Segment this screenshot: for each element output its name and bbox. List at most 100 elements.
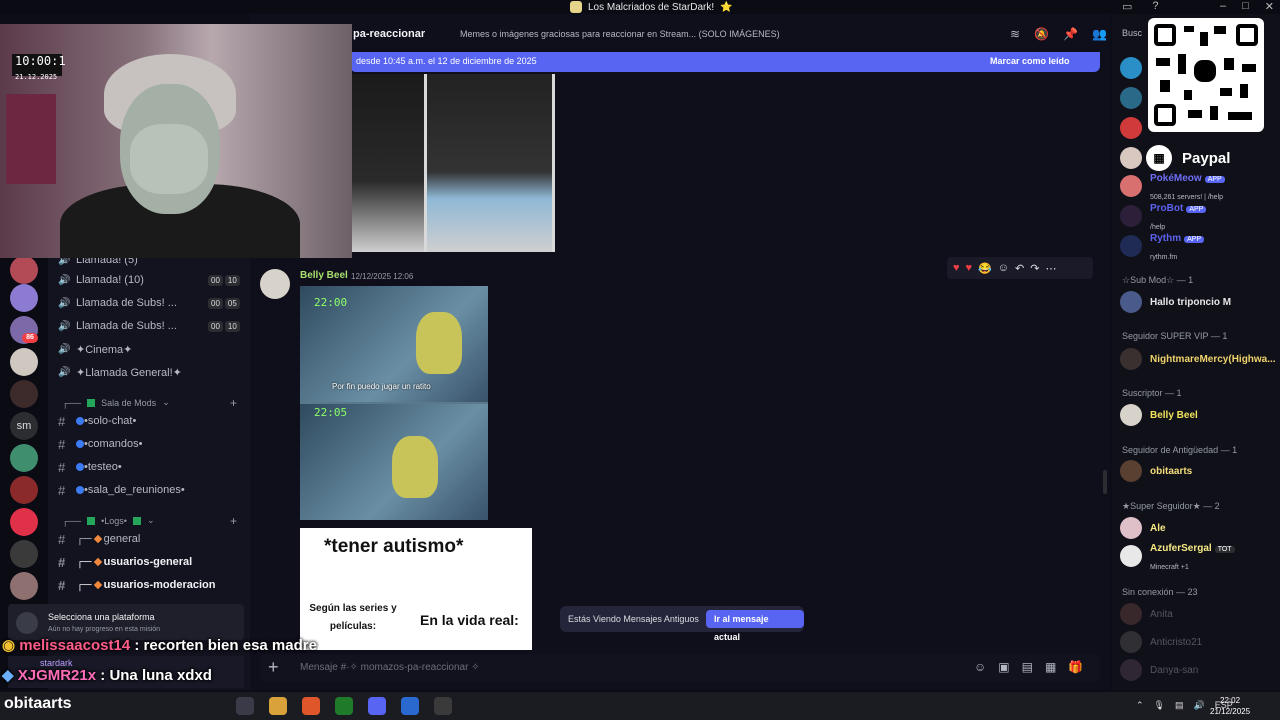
- member-offline[interactable]: Anticristo21: [1120, 630, 1202, 654]
- server-sm[interactable]: sm: [10, 412, 38, 440]
- brave-browser-icon[interactable]: [302, 697, 320, 715]
- voice-channel-label: ✦Cinema✦: [76, 343, 133, 356]
- boots-image[interactable]: [352, 74, 555, 252]
- category-sala-de-mods[interactable]: ┌── Sala de Mods ⌄ +: [62, 396, 237, 410]
- mark-as-read-button[interactable]: Marcar como leído: [990, 56, 1070, 66]
- gift-icon[interactable]: 🎁: [1068, 660, 1083, 674]
- clock-time: 22:02: [1220, 696, 1241, 705]
- threads-icon[interactable]: ≋: [1010, 27, 1020, 41]
- app-icon[interactable]: [401, 697, 419, 715]
- voice-channel[interactable]: 🔊 Llamada de Subs! ... 00 05: [58, 293, 240, 313]
- member-offline[interactable]: Anita: [1120, 602, 1173, 626]
- server-icon-1[interactable]: [10, 256, 38, 284]
- discord-icon[interactable]: [368, 697, 386, 715]
- image-icon[interactable]: ▦: [1045, 660, 1056, 674]
- more-icon[interactable]: ⋯: [1045, 262, 1056, 275]
- member-bot-icon[interactable]: [1120, 56, 1142, 80]
- quest-platform-card[interactable]: Selecciona una plataforma Aún no hay pro…: [8, 604, 244, 640]
- server-icon-5[interactable]: [10, 380, 38, 408]
- member-name: Hallo triponcio M: [1150, 296, 1232, 308]
- taskbar-apps: [236, 697, 452, 715]
- minimize-button[interactable]: –: [1220, 0, 1226, 13]
- forward-icon[interactable]: ↷: [1030, 262, 1039, 275]
- category-label: Sala de Mods: [101, 397, 157, 408]
- server-icon-10[interactable]: [10, 572, 38, 600]
- message-author[interactable]: Belly Beel: [300, 270, 348, 281]
- add-reaction-icon[interactable]: ☺: [998, 262, 1009, 274]
- inbox-icon[interactable]: ▭: [1122, 0, 1132, 13]
- new-messages-bar[interactable]: desde 10:45 a.m. el 12 de diciembre de 2…: [350, 52, 1100, 72]
- add-channel-icon[interactable]: +: [230, 396, 237, 410]
- text-channel[interactable]: # •sala_de_reuniones•: [58, 480, 185, 500]
- member-bot[interactable]: ProBot APP/help: [1120, 203, 1207, 231]
- server-icon-4[interactable]: [10, 348, 38, 376]
- voice-channel[interactable]: 🔊 ✦Llamada General!✦: [58, 362, 182, 382]
- member-bot[interactable]: PokéMeow APP 508,261 servers! | /help: [1120, 173, 1225, 201]
- text-channel[interactable]: # ┌─ usuarios-general: [58, 552, 192, 572]
- help-icon[interactable]: ?: [1152, 0, 1158, 13]
- member[interactable]: Hallo triponcio M: [1120, 290, 1231, 314]
- role-group-header: Seguidor SUPER VIP — 1: [1122, 331, 1228, 341]
- member-bot-icon[interactable]: [1120, 86, 1142, 110]
- scrollbar[interactable]: [1103, 470, 1107, 494]
- add-channel-icon[interactable]: +: [230, 514, 237, 528]
- meme-image[interactable]: *tener autismo* Según las series y pelíc…: [300, 528, 532, 650]
- member[interactable]: NightmareMercy(Highwa...: [1120, 347, 1276, 371]
- comic-image[interactable]: 22:00 22:05 Por fin puedo jugar un ratit…: [300, 286, 488, 520]
- sticker-icon[interactable]: ▤: [1022, 660, 1033, 674]
- jump-to-present-button[interactable]: Ir al mensaje actual: [706, 610, 804, 642]
- server-icon-7[interactable]: [10, 476, 38, 504]
- file-explorer-icon[interactable]: [236, 697, 254, 715]
- voice-channel[interactable]: 🔊 Llamada de Subs! ... 00 10: [58, 316, 240, 336]
- close-button[interactable]: ✕: [1265, 0, 1274, 13]
- avatar[interactable]: [260, 269, 290, 299]
- text-channel[interactable]: # ┌─ usuarios-moderacion: [58, 575, 215, 595]
- network-icon[interactable]: ▤: [1175, 700, 1184, 711]
- heart-reaction-icon[interactable]: ♥: [966, 262, 973, 274]
- mute-icon[interactable]: 🔕: [1034, 27, 1049, 41]
- category-logs[interactable]: ┌── •Logs• ⌄ +: [62, 514, 237, 528]
- server-icon-9[interactable]: [10, 540, 38, 568]
- laugh-reaction-icon[interactable]: 😂: [978, 262, 992, 275]
- xbox-icon[interactable]: [335, 697, 353, 715]
- heart-reaction-icon[interactable]: ♥: [953, 262, 960, 274]
- emoji-icon[interactable]: ☺: [974, 660, 986, 674]
- search-input[interactable]: Busc: [1122, 28, 1142, 38]
- member-bot[interactable]: Rythm APP rythm.fm: [1120, 233, 1205, 261]
- text-channel[interactable]: # ┌─ general: [58, 529, 140, 549]
- text-channel[interactable]: # •testeo•: [58, 457, 122, 477]
- obs-icon[interactable]: [434, 697, 452, 715]
- channel-topic[interactable]: Memes o imágenes graciosas para reaccion…: [460, 29, 780, 39]
- member-bot-icon[interactable]: [1120, 116, 1142, 140]
- system-clock[interactable]: 22:02 21/12/2025: [1210, 695, 1250, 717]
- green-square-icon: [132, 516, 141, 525]
- chevron-up-icon[interactable]: ⌃: [1136, 700, 1144, 711]
- platform-subtitle: Aún no hay progreso en esta misión: [48, 626, 161, 633]
- member-bot-icon[interactable]: [1120, 146, 1142, 170]
- folder-icon[interactable]: [269, 697, 287, 715]
- voice-channel-label: Llamada! (10): [76, 274, 144, 286]
- pin-icon[interactable]: 📌: [1063, 27, 1078, 41]
- maximize-button[interactable]: □: [1242, 0, 1249, 13]
- server-icon-2[interactable]: [10, 284, 38, 312]
- text-channel[interactable]: # •comandos•: [58, 434, 142, 454]
- server-icon-6[interactable]: [10, 444, 38, 472]
- gif-icon[interactable]: ▣: [998, 660, 1009, 674]
- member-offline[interactable]: Danya-san: [1120, 658, 1198, 682]
- qr-module: [1214, 26, 1226, 34]
- message-composer[interactable]: + Mensaje #·✧ momazos-pa-reaccionar ✧ ☺ …: [260, 654, 1100, 682]
- server-icon-8[interactable]: [10, 508, 38, 536]
- member[interactable]: Ale: [1120, 516, 1166, 540]
- add-attachment-icon[interactable]: +: [268, 657, 279, 678]
- voice-channel[interactable]: 🔊 ✦Cinema✦: [58, 339, 132, 359]
- text-channel[interactable]: # •solo-chat•: [58, 411, 136, 431]
- voice-channel[interactable]: 🔊 Llamada! (10) 00 10: [58, 270, 240, 290]
- member[interactable]: Belly Beel: [1120, 403, 1198, 427]
- channel-header: pa-reaccionar Memes o imágenes graciosas…: [250, 24, 1110, 50]
- members-icon[interactable]: 👥: [1092, 27, 1107, 41]
- member[interactable]: AzuferSergal TOT Minecraft +1: [1120, 543, 1235, 571]
- volume-icon[interactable]: 🔊: [1194, 700, 1205, 711]
- mic-icon[interactable]: 🎙: [1154, 700, 1165, 711]
- member[interactable]: obitaarts: [1120, 459, 1192, 483]
- reply-icon[interactable]: ↶: [1015, 262, 1024, 275]
